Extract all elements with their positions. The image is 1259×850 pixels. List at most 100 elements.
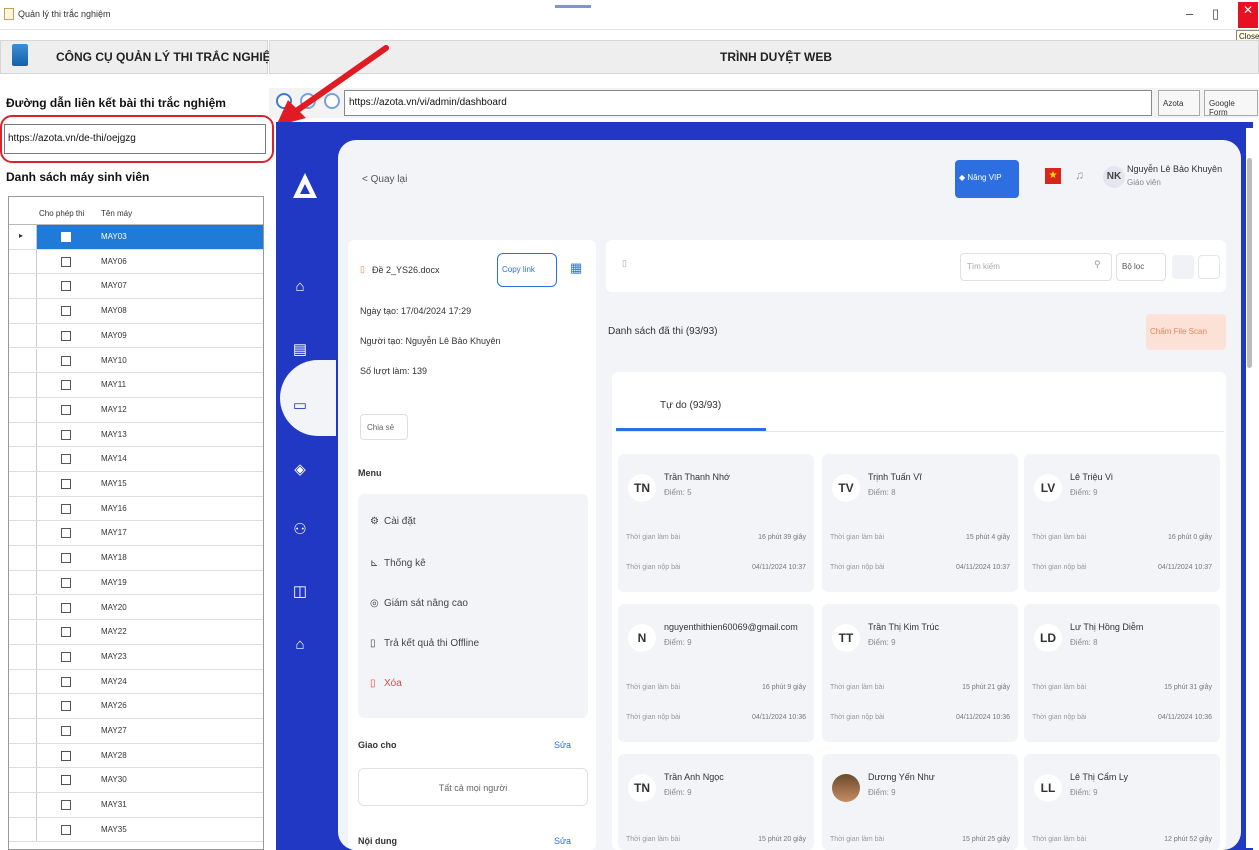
student-card[interactable]: TV Trịnh Tuấn Vĩ Điểm: 8 Thời gian làm bài 1…	[822, 454, 1018, 592]
allow-checkbox[interactable]	[61, 355, 71, 366]
layers-icon[interactable]: ◈	[289, 460, 311, 482]
azota-logo-icon[interactable]	[292, 172, 318, 200]
row-header[interactable]	[9, 496, 37, 521]
assign-value[interactable]: Tất cả mọi người	[358, 768, 588, 806]
table-row[interactable]: MAY30	[9, 768, 263, 794]
share-button[interactable]: Chia sẻ	[360, 414, 408, 440]
vietnam-flag-icon[interactable]: ★	[1045, 168, 1061, 184]
row-header[interactable]	[9, 694, 37, 718]
file-name[interactable]: Đề 2_YS26.docx	[372, 265, 440, 275]
table-row[interactable]: MAY19	[9, 570, 263, 596]
address-bar[interactable]: https://azota.vn/vi/admin/dashboard	[344, 90, 1152, 116]
machine-table[interactable]: Cho phép thi Tên máy ▸ MAY03 MAY06 MAY07 MAY…	[8, 196, 264, 850]
user-avatar[interactable]: NK	[1103, 166, 1125, 188]
table-row[interactable]: MAY18	[9, 546, 263, 571]
row-header[interactable]	[9, 793, 37, 817]
student-card[interactable]: LD Lư Thị Hồng Diễm Điểm: 8 Thời gian làm b…	[1024, 604, 1220, 742]
table-row[interactable]: MAY20	[9, 595, 263, 621]
allow-checkbox[interactable]	[61, 281, 71, 292]
row-header[interactable]	[9, 274, 37, 299]
row-header[interactable]	[9, 348, 37, 373]
table-row[interactable]: MAY16	[9, 496, 263, 522]
allow-checkbox[interactable]	[61, 256, 71, 267]
row-header[interactable]	[9, 669, 37, 694]
table-row[interactable]: MAY28	[9, 743, 263, 769]
table-row[interactable]: MAY08	[9, 299, 263, 324]
allow-checkbox[interactable]	[61, 330, 71, 341]
page-scrollbar[interactable]	[1246, 128, 1253, 848]
grid-view-icon[interactable]	[1172, 255, 1194, 279]
row-header[interactable]	[9, 447, 37, 471]
table-row[interactable]: MAY22	[9, 620, 263, 645]
bell-icon[interactable]: ♫	[1075, 168, 1084, 182]
allow-checkbox[interactable]	[61, 528, 71, 539]
row-header[interactable]	[9, 644, 37, 669]
student-card[interactable]: TN Trần Anh Ngọc Điểm: 9 Thời gian làm bài 1…	[618, 754, 814, 850]
row-header[interactable]	[9, 299, 37, 323]
menu-settings[interactable]: Cài đặt	[384, 516, 416, 527]
allow-checkbox[interactable]	[61, 676, 71, 687]
row-header[interactable]	[9, 719, 37, 743]
table-row[interactable]: MAY24	[9, 669, 263, 695]
azota-button[interactable]: Azota	[1158, 90, 1200, 116]
allow-checkbox[interactable]	[61, 306, 71, 317]
search-input[interactable]: Tìm kiếm	[960, 253, 1112, 281]
tab-free[interactable]: Tự do (93/93)	[660, 400, 721, 411]
allow-checkbox[interactable]	[61, 651, 71, 662]
allow-checkbox[interactable]	[61, 404, 71, 415]
document-icon[interactable]: ▤	[289, 340, 311, 362]
allow-checkbox[interactable]	[61, 824, 71, 835]
table-row[interactable]: MAY15	[9, 472, 263, 497]
list-view-icon[interactable]	[1198, 255, 1220, 279]
allow-checkbox[interactable]	[61, 602, 71, 613]
folder-icon[interactable]: ▭	[289, 396, 311, 418]
student-card[interactable]: TN Trần Thanh Nhớ Điểm: 5 Thời gian làm bài…	[618, 454, 814, 592]
copy-link-button[interactable]: Copy link	[497, 253, 557, 287]
table-row[interactable]: MAY27	[9, 719, 263, 744]
google-form-button[interactable]: Google Form	[1204, 90, 1258, 117]
row-header[interactable]	[9, 422, 37, 447]
select-all-icon[interactable]: ▯	[622, 258, 627, 269]
scan-file-button[interactable]: Chấm File Scan	[1146, 314, 1226, 350]
maximize-button[interactable]: ▯	[1212, 6, 1219, 22]
assign-edit-link[interactable]: Sửa	[554, 740, 571, 750]
minimize-button[interactable]: –	[1186, 6, 1193, 21]
allow-checkbox[interactable]	[61, 750, 71, 761]
qr-icon[interactable]: ▦	[570, 260, 582, 276]
row-header[interactable]	[9, 373, 37, 397]
table-row[interactable]: MAY11	[9, 373, 263, 398]
table-row[interactable]: MAY14	[9, 447, 263, 472]
allow-checkbox[interactable]	[61, 775, 71, 786]
bank-icon[interactable]: ⌂	[289, 636, 311, 658]
row-header[interactable]	[9, 397, 37, 422]
student-card[interactable]: Nnguyenthithien60069@gmail.com Điểm: 9 Thờ…	[618, 604, 814, 742]
menu-delete[interactable]: Xóa	[384, 678, 402, 689]
student-card[interactable]: TT Trần Thị Kim Trúc Điểm: 9 Thời gian làm …	[822, 604, 1018, 742]
allow-checkbox[interactable]	[61, 701, 71, 712]
close-button[interactable]: ✕	[1238, 2, 1258, 28]
table-row[interactable]: MAY06	[9, 249, 263, 275]
allow-checkbox[interactable]	[61, 479, 71, 489]
student-card[interactable]: Dương Yến Như Điểm: 9 Thời gian làm bài 15 …	[822, 754, 1018, 850]
allow-checkbox[interactable]	[61, 380, 71, 391]
allow-checkbox[interactable]	[61, 577, 71, 588]
row-header[interactable]	[9, 768, 37, 793]
table-row[interactable]: MAY35	[9, 817, 263, 843]
table-row[interactable]: MAY10	[9, 348, 263, 374]
table-row[interactable]: MAY31	[9, 793, 263, 818]
row-header[interactable]	[9, 620, 37, 644]
row-header[interactable]	[9, 743, 37, 768]
allow-checkbox[interactable]	[61, 454, 71, 465]
allow-checkbox[interactable]	[61, 627, 71, 638]
menu-statistics[interactable]: Thống kê	[384, 558, 426, 569]
allow-checkbox[interactable]	[61, 503, 71, 514]
row-header[interactable]: ▸	[9, 225, 37, 249]
scrollbar-thumb[interactable]	[1247, 158, 1252, 368]
book-icon[interactable]: ◫	[289, 582, 311, 604]
table-row[interactable]: MAY26	[9, 694, 263, 719]
upgrade-vip-button[interactable]: ◆ Nâng VIP	[955, 160, 1019, 198]
users-icon[interactable]: ⚇	[289, 520, 311, 542]
table-row[interactable]: MAY09	[9, 323, 263, 349]
table-row[interactable]: MAY13	[9, 422, 263, 448]
back-link[interactable]: < Quay lại	[362, 174, 407, 185]
